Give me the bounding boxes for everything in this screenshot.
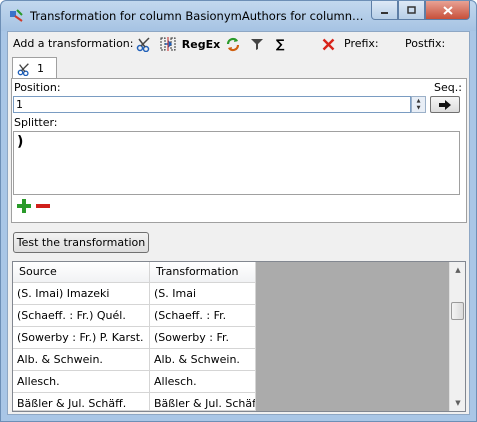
add-split-button[interactable] [134,34,154,54]
window-title: Transformation for column BasionymAuthor… [30,9,366,23]
spin-up-icon[interactable]: ▲ [412,97,425,104]
remove-splitter-button[interactable] [35,198,51,214]
add-replace-button[interactable] [223,34,243,54]
position-label: Position: [14,81,61,94]
arrow-right-icon [439,99,451,110]
add-splitter-button[interactable] [16,198,32,214]
tab-label: 1 [37,62,44,75]
table-cell[interactable]: (Schaeff. : Fr.) Quél. [13,305,150,327]
add-filter-button[interactable] [247,34,267,54]
table-cell[interactable]: Alb. & Schwein. [13,349,150,371]
table-cell[interactable]: Allesch. [150,371,256,393]
main-window: Transformation for column BasionymAuthor… [0,0,477,422]
table-cell[interactable]: Alb. & Schwein. [150,349,256,371]
scroll-thumb[interactable] [451,302,464,320]
minimize-button[interactable] [371,1,398,20]
vertical-scrollbar[interactable]: ▲ ▼ [449,262,465,411]
clear-button[interactable] [319,34,337,54]
test-transformation-button[interactable]: Test the transformation [13,232,149,253]
minimize-icon [381,11,388,14]
table-cell[interactable]: (S. Imai [150,283,256,305]
grid-cells: Source Transformation (S. Imai) Imazeki … [13,262,256,411]
red-minus-icon [36,204,50,208]
green-plus-icon [17,199,31,213]
column-split-icon [160,37,176,51]
table-cell[interactable]: Bäßler & Jul. Schäff. [13,393,150,411]
table-cell[interactable]: (S. Imai) Imazeki [13,283,150,305]
transformation-toolbar: Add a transformation: RegEx ∑ Prefix: Po… [8,32,469,56]
position-input[interactable]: 1 [13,96,411,113]
scroll-down-icon[interactable]: ▼ [450,395,466,411]
add-regex-button[interactable]: RegEx [182,34,220,54]
table-cell[interactable]: (Schaeff. : Fr. [150,305,256,327]
column-header-source[interactable]: Source [13,262,150,283]
tab-panel: Position: Seq.: 1 ▲ ▼ Splitter: ) [11,78,467,223]
scissors-icon [17,62,29,76]
scroll-up-icon[interactable]: ▲ [450,262,466,278]
splitter-input[interactable]: ) [13,131,460,195]
prefix-label: Prefix: [344,37,379,50]
column-header-transformation[interactable]: Transformation [150,262,256,283]
close-button[interactable] [425,1,470,20]
transformation-tabs: 1 [11,57,467,79]
window-controls [371,1,470,20]
table-cell[interactable]: (Sowerby : Fr. [150,327,256,349]
maximize-icon [407,5,416,14]
close-icon [442,5,453,15]
table-cell[interactable]: (Sowerby : Fr.) P. Karst. [13,327,150,349]
maximize-button[interactable] [398,1,425,20]
filter-icon [251,39,263,50]
client-area: Add a transformation: RegEx ∑ Prefix: Po… [7,31,470,415]
title-bar[interactable]: Transformation for column BasionymAuthor… [1,1,476,31]
postfix-label: Postfix: [405,37,446,50]
transform-app-icon [10,9,23,22]
tab-1[interactable]: 1 [12,57,57,79]
table-cell[interactable]: Bäßler & Jul. Schäff. [150,393,256,411]
spin-down-icon[interactable]: ▼ [412,104,425,111]
table-cell[interactable]: Allesch. [13,371,150,393]
add-column-split-button[interactable] [158,34,178,54]
position-spinner[interactable]: ▲ ▼ [411,96,426,113]
sum-icon[interactable]: ∑ [270,34,290,54]
red-x-icon [322,38,334,50]
add-transformation-label: Add a transformation: [13,37,134,50]
seq-label: Seq.: [434,81,462,94]
scissors-icon [136,37,150,52]
sequence-button[interactable] [430,96,460,113]
replace-icon [226,37,240,52]
splitter-label: Splitter: [14,116,58,129]
results-grid: Source Transformation (S. Imai) Imazeki … [12,261,466,412]
